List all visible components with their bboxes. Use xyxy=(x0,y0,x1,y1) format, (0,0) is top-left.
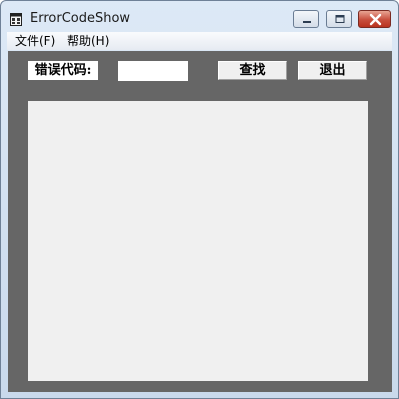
exit-button[interactable]: 退出 xyxy=(298,61,367,80)
title-bar[interactable]: ErrorCodeShow xyxy=(1,1,398,31)
app-window: ErrorCodeShow 文件(F) 帮助(H) 错误代码: 查找 退出 xyxy=(0,0,399,399)
minimize-button[interactable] xyxy=(293,10,319,28)
close-button[interactable] xyxy=(358,10,391,28)
menu-bar: 文件(F) 帮助(H) xyxy=(7,32,392,50)
close-icon xyxy=(369,13,382,26)
find-button[interactable]: 查找 xyxy=(218,61,287,80)
window-title: ErrorCodeShow xyxy=(30,11,131,26)
result-display-area xyxy=(28,101,368,381)
maximize-icon xyxy=(335,15,345,23)
minimize-icon xyxy=(303,21,311,23)
menu-file[interactable]: 文件(F) xyxy=(15,33,55,49)
error-code-input[interactable] xyxy=(118,61,188,81)
error-code-label: 错误代码: xyxy=(28,61,98,80)
menu-help[interactable]: 帮助(H) xyxy=(67,33,109,49)
client-area: 错误代码: 查找 退出 xyxy=(8,51,392,392)
maximize-button[interactable] xyxy=(326,10,352,28)
app-window-icon xyxy=(10,11,22,26)
